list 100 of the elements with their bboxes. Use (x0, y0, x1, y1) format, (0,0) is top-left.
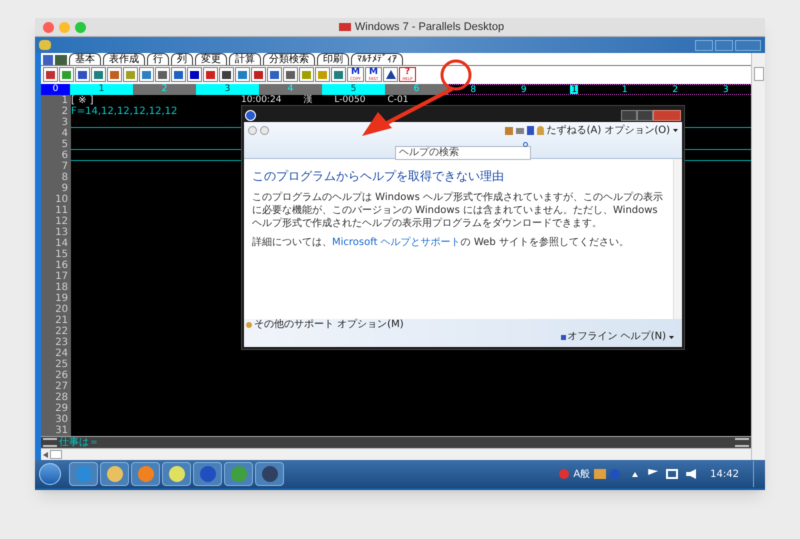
line-number: 31 (55, 424, 68, 436)
scroll-thumb[interactable] (50, 450, 62, 460)
line-number: 9 (62, 182, 68, 194)
tool-icon[interactable] (75, 67, 90, 82)
support-options-button[interactable]: その他のサポート オプション(M) (254, 319, 404, 331)
maximize-button[interactable] (637, 110, 653, 120)
menu-tab[interactable]: 印刷 (317, 53, 349, 65)
ime-indicator[interactable]: A般 (573, 466, 590, 482)
editor-line: F=14,12,12,12,12,12 (71, 106, 178, 117)
line-number: 26 (55, 370, 68, 381)
line-number: 3 (62, 116, 68, 128)
highlight-circle (440, 60, 472, 90)
taskbar-app-icon[interactable] (193, 462, 222, 486)
line-number: 21 (55, 314, 68, 326)
tool-icon[interactable] (43, 67, 58, 82)
support-icon (246, 322, 252, 328)
line-number: 10 (55, 194, 68, 205)
scroll-thumb[interactable] (754, 67, 764, 81)
start-button[interactable] (39, 463, 61, 485)
tool-icon[interactable] (203, 67, 218, 82)
ruler-segment: 2 (133, 84, 196, 95)
menu-tab[interactable]: 表作成 (103, 53, 145, 65)
line-number: 19 (55, 292, 68, 304)
tool-icon[interactable] (155, 67, 170, 82)
ruler-mark: 9 (520, 84, 528, 94)
line-number: 15 (55, 248, 68, 260)
menu-tab[interactable]: 行 (147, 53, 169, 65)
line-number: 27 (55, 380, 68, 392)
menu-tab[interactable]: 列 (171, 53, 193, 65)
minimize-button[interactable] (621, 110, 637, 120)
menu-tab[interactable]: 変更 (195, 53, 227, 65)
back-button[interactable] (248, 126, 257, 135)
help-icon (245, 110, 256, 120)
scroll-left-icon[interactable] (43, 452, 48, 458)
line-number: 17 (55, 270, 68, 282)
line-number: 22 (55, 326, 68, 337)
menu-tab[interactable]: 計算 (229, 53, 261, 65)
caret-icon (669, 336, 674, 338)
help-details: 詳細については、Microsoft ヘルプとサポート の Web サイトを参照してください。 (252, 236, 630, 249)
line-number: 23 (55, 336, 68, 348)
speaker-icon[interactable] (686, 469, 696, 479)
ruler-mark: 8 (469, 84, 478, 94)
line-number: 6 (62, 150, 68, 161)
ruler-segment: 4 (259, 84, 322, 95)
tool-icon[interactable] (219, 67, 234, 82)
triangle-tool-icon[interactable] (383, 67, 398, 82)
tool-icon[interactable] (171, 67, 186, 82)
ruler-segment: 0 (41, 84, 70, 95)
line-number: 7 (62, 160, 68, 172)
offline-icon (560, 334, 566, 340)
support-link[interactable]: Microsoft ヘルプとサポート (332, 237, 461, 248)
line-number: 14 (55, 238, 68, 249)
line-number: 18 (55, 282, 68, 293)
line-number: 4 (62, 128, 68, 139)
options-button[interactable]: オプション(O) (604, 125, 678, 136)
tool-icon[interactable] (251, 67, 266, 82)
close-button[interactable] (653, 110, 681, 120)
minimize-button[interactable] (695, 40, 713, 50)
offline-help-button[interactable]: オフライン ヘルプ(N) (568, 331, 674, 343)
ruler-segment: 1 (70, 84, 133, 95)
ruler-segment: 3 (196, 84, 259, 95)
header-info: C-01 (387, 94, 408, 106)
tool-icon[interactable] (187, 67, 202, 82)
menu-tab[interactable]: 分類検索 (263, 53, 315, 65)
search-icon (523, 142, 528, 147)
help-heading: このプログラムからヘルプを取得できない理由 (252, 168, 505, 185)
ruler-mark: 2 (671, 84, 680, 94)
ask-button[interactable]: たずねる(A) (546, 125, 602, 136)
line-number: 5 (62, 138, 68, 150)
line-number: 25 (55, 358, 68, 370)
taskbar-app-icon[interactable] (100, 462, 129, 486)
taskbar-app-icon[interactable] (162, 462, 191, 486)
line-number: 28 (55, 392, 68, 403)
line-number: 20 (55, 304, 68, 315)
line-number: 1 (62, 94, 68, 106)
forward-button[interactable] (260, 126, 269, 135)
ruler-mark: 1 (620, 84, 629, 94)
line-number: 16 (55, 260, 68, 271)
header-info: L-0050 (334, 94, 366, 106)
tool-icon[interactable] (267, 67, 282, 82)
clock[interactable]: 14:42 (710, 466, 739, 482)
menu-tab[interactable]: ﾏﾙﾁﾒﾃﾞｨｱ (351, 53, 403, 65)
status-text: 仕事は＝ (59, 436, 99, 448)
menu-tab[interactable]: 基本 (69, 53, 101, 65)
ruler-mark: 3 (722, 84, 730, 94)
maximize-button[interactable] (715, 40, 733, 50)
editor-line: [ ※ ] (71, 94, 95, 106)
help-paragraph: このプログラムのヘルプは Windows ヘルプ形式で作成されていますが、このヘルプの表示に必要な機能が、このバージョンの Windows には含まれていません。ただし、Windows ヘルプ形式で作成されたヘルプの表示用プログラムをダウンロードできます。 (252, 191, 664, 230)
line-number: 24 (55, 348, 68, 359)
show-hidden-icon[interactable] (632, 472, 638, 476)
window-title: Windows 7 - Parallels Desktop (354, 20, 504, 35)
tool-icon[interactable] (283, 67, 298, 82)
search-field[interactable]: ヘルプの検索 (395, 146, 531, 160)
tray-icon[interactable] (594, 469, 606, 479)
app-icon (39, 40, 51, 50)
line-number: 30 (55, 414, 68, 425)
ruler-mark: 1 (570, 84, 578, 94)
line-number: 11 (55, 204, 68, 216)
taskbar-app-icon[interactable] (255, 462, 284, 486)
line-number: 12 (55, 216, 68, 227)
